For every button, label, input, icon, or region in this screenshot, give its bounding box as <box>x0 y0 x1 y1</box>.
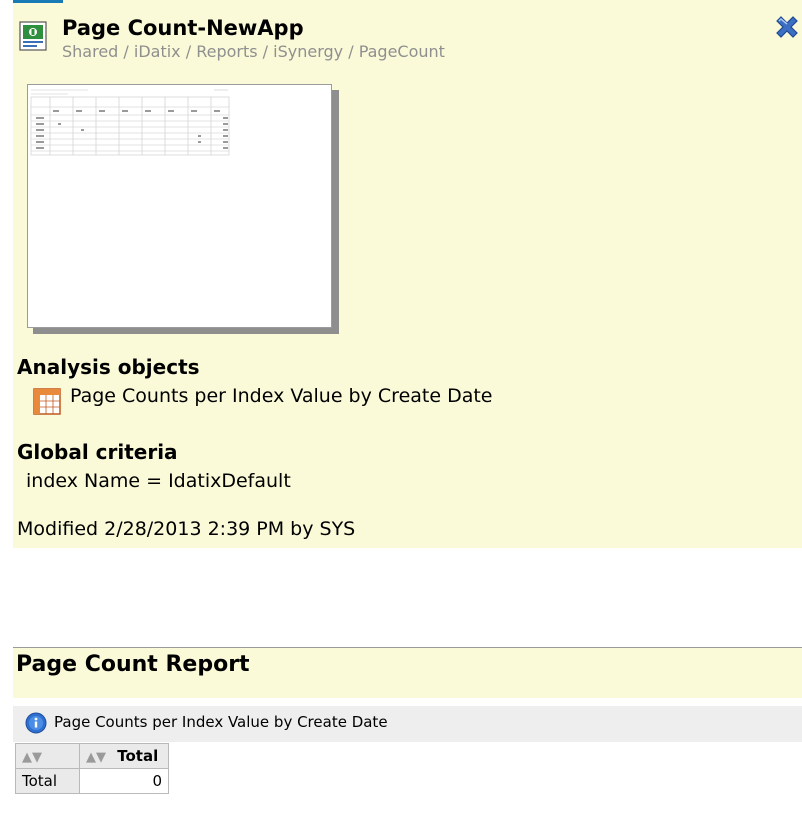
close-icon[interactable] <box>772 12 802 42</box>
thumbnail-preview-image <box>30 89 230 156</box>
report-thumbnail[interactable] <box>27 84 332 328</box>
row-label-total: Total <box>15 768 80 794</box>
global-criteria-heading: Global criteria <box>17 440 178 464</box>
table-grid-icon <box>33 388 61 415</box>
cell-total-value: 0 <box>79 768 169 794</box>
analysis-objects-heading: Analysis objects <box>17 355 200 379</box>
modified-info: Modified 2/28/2013 2:39 PM by SYS <box>17 518 356 540</box>
column-header-row-labels[interactable]: ▲▼ <box>15 743 80 769</box>
breadcrumb: Shared / iDatix / Reports / iSynergy / P… <box>62 42 445 61</box>
dataview-title: Page Counts per Index Value by Create Da… <box>54 713 388 731</box>
info-icon[interactable] <box>25 712 47 734</box>
column-label: Total <box>117 747 159 765</box>
page-title: Page Count-NewApp <box>62 16 304 40</box>
table-row: Total 0 <box>15 768 169 794</box>
column-header-total[interactable]: ▲▼ Total <box>79 743 169 769</box>
report-title: Page Count Report <box>16 652 250 677</box>
pivot-table: ▲▼ ▲▼ Total Total 0 <box>15 743 169 794</box>
sort-arrows-icon[interactable]: ▲▼ <box>86 750 106 765</box>
table-header-row: ▲▼ ▲▼ Total <box>15 743 169 769</box>
sort-arrows-icon[interactable]: ▲▼ <box>22 750 42 765</box>
top-edge-accent <box>13 0 63 3</box>
global-criteria-value: index Name = IdatixDefault <box>26 470 291 492</box>
report-document-icon <box>19 21 47 51</box>
analysis-object-link[interactable]: Page Counts per Index Value by Create Da… <box>70 385 493 407</box>
